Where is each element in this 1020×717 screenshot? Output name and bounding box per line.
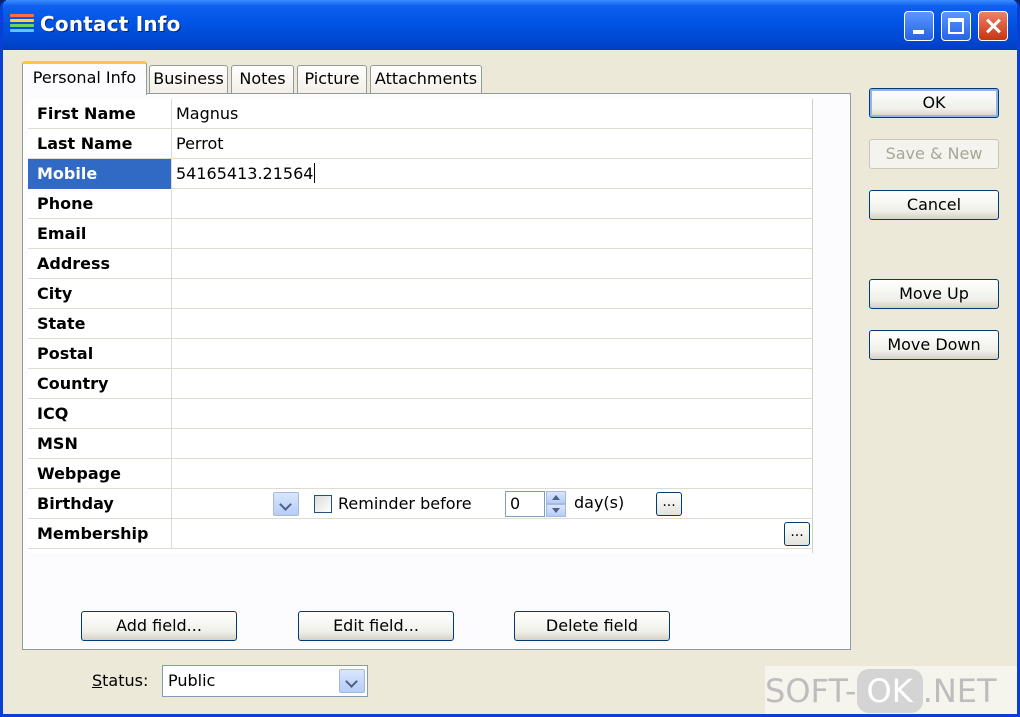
reminder-checkbox[interactable] xyxy=(314,495,332,513)
contact-book-icon xyxy=(10,14,34,36)
close-button[interactable] xyxy=(978,11,1008,41)
title-bar[interactable]: Contact Info xyxy=(3,0,1017,50)
status-select-value: Public xyxy=(168,671,216,690)
tab-notes[interactable]: Notes xyxy=(231,65,294,93)
birthday-more-button[interactable]: ... xyxy=(656,492,682,516)
window-title: Contact Info xyxy=(40,12,181,36)
move-up-button[interactable]: Move Up xyxy=(869,279,999,309)
status-label-accesskey: S xyxy=(92,671,103,690)
contact-field-grid: First Name Magnus Last Name Perrot Mobil… xyxy=(28,99,813,553)
field-row-msn[interactable]: MSN xyxy=(28,429,813,459)
watermark: SOFT- OK .NET xyxy=(765,666,1017,714)
spin-down-icon[interactable] xyxy=(546,504,566,517)
minimize-button[interactable] xyxy=(904,11,934,41)
field-label: City xyxy=(28,279,172,309)
birthday-dropdown-arrow[interactable] xyxy=(273,492,299,516)
field-row-membership[interactable]: Membership ... xyxy=(28,519,813,549)
field-label: MSN xyxy=(28,429,172,459)
last-name-value[interactable]: Perrot xyxy=(176,129,224,159)
ok-button[interactable]: OK xyxy=(869,88,999,118)
watermark-badge: OK xyxy=(856,669,923,713)
field-label: Address xyxy=(28,249,172,279)
field-label: Webpage xyxy=(28,459,172,489)
field-row-mobile[interactable]: Mobile 54165413.21564 xyxy=(28,159,813,189)
text-cursor xyxy=(314,163,316,183)
mobile-input-text: 54165413.21564 xyxy=(176,164,314,183)
reminder-days-unit: day(s) xyxy=(574,493,625,512)
first-name-value[interactable]: Magnus xyxy=(176,99,238,129)
reminder-days-input[interactable]: 0 xyxy=(505,491,545,517)
tab-picture[interactable]: Picture xyxy=(297,65,367,93)
status-label-text: tatus: xyxy=(102,671,149,690)
field-row-first-name[interactable]: First Name Magnus xyxy=(28,99,813,129)
field-label: Phone xyxy=(28,189,172,219)
field-row-birthday[interactable]: Birthday Reminder before 0 day(s) ... xyxy=(28,489,813,519)
field-label: Mobile xyxy=(28,159,172,189)
field-label: Country xyxy=(28,369,172,399)
watermark-right: .NET xyxy=(922,672,997,710)
tab-attachments[interactable]: Attachments xyxy=(370,65,482,93)
field-row-last-name[interactable]: Last Name Perrot xyxy=(28,129,813,159)
status-label: Status: xyxy=(92,669,148,693)
delete-field-button[interactable]: Delete field xyxy=(514,611,670,641)
cancel-button[interactable]: Cancel xyxy=(869,190,999,220)
field-row-country[interactable]: Country xyxy=(28,369,813,399)
edit-field-button[interactable]: Edit field... xyxy=(298,611,454,641)
tab-personal-info[interactable]: Personal Info xyxy=(22,61,147,95)
mobile-input[interactable]: 54165413.21564 xyxy=(176,159,316,189)
minimize-icon xyxy=(913,30,924,34)
field-label: ICQ xyxy=(28,399,172,429)
maximize-icon xyxy=(948,18,964,34)
maximize-button[interactable] xyxy=(941,11,971,41)
spin-up-icon[interactable] xyxy=(546,491,566,504)
add-field-button[interactable]: Add field... xyxy=(81,611,237,641)
watermark-left: SOFT- xyxy=(765,672,857,710)
field-row-city[interactable]: City xyxy=(28,279,813,309)
field-label: State xyxy=(28,309,172,339)
tab-business[interactable]: Business xyxy=(149,65,228,93)
status-dropdown-arrow[interactable] xyxy=(339,669,365,693)
birthday-date-field[interactable] xyxy=(176,489,271,519)
field-label: Postal xyxy=(28,339,172,369)
field-row-address[interactable]: Address xyxy=(28,249,813,279)
move-down-button[interactable]: Move Down xyxy=(869,330,999,360)
field-row-state[interactable]: State xyxy=(28,309,813,339)
personal-info-panel: First Name Magnus Last Name Perrot Mobil… xyxy=(22,93,851,650)
field-label: Birthday xyxy=(28,489,172,519)
membership-more-button[interactable]: ... xyxy=(784,522,810,546)
status-select[interactable]: Public xyxy=(162,665,368,697)
reminder-label: Reminder before xyxy=(338,494,472,513)
field-label: Email xyxy=(28,219,172,249)
field-row-email[interactable]: Email xyxy=(28,219,813,249)
field-row-phone[interactable]: Phone xyxy=(28,189,813,219)
reminder-days-spinner[interactable] xyxy=(546,491,566,517)
close-icon xyxy=(979,12,1007,40)
contact-info-window: Contact Info Personal Info Business Note… xyxy=(0,0,1020,717)
field-row-icq[interactable]: ICQ xyxy=(28,399,813,429)
save-and-new-button[interactable]: Save & New xyxy=(869,139,999,169)
field-label: Membership xyxy=(28,519,172,549)
field-label: First Name xyxy=(28,99,172,129)
field-row-postal[interactable]: Postal xyxy=(28,339,813,369)
field-row-webpage[interactable]: Webpage xyxy=(28,459,813,489)
field-label: Last Name xyxy=(28,129,172,159)
